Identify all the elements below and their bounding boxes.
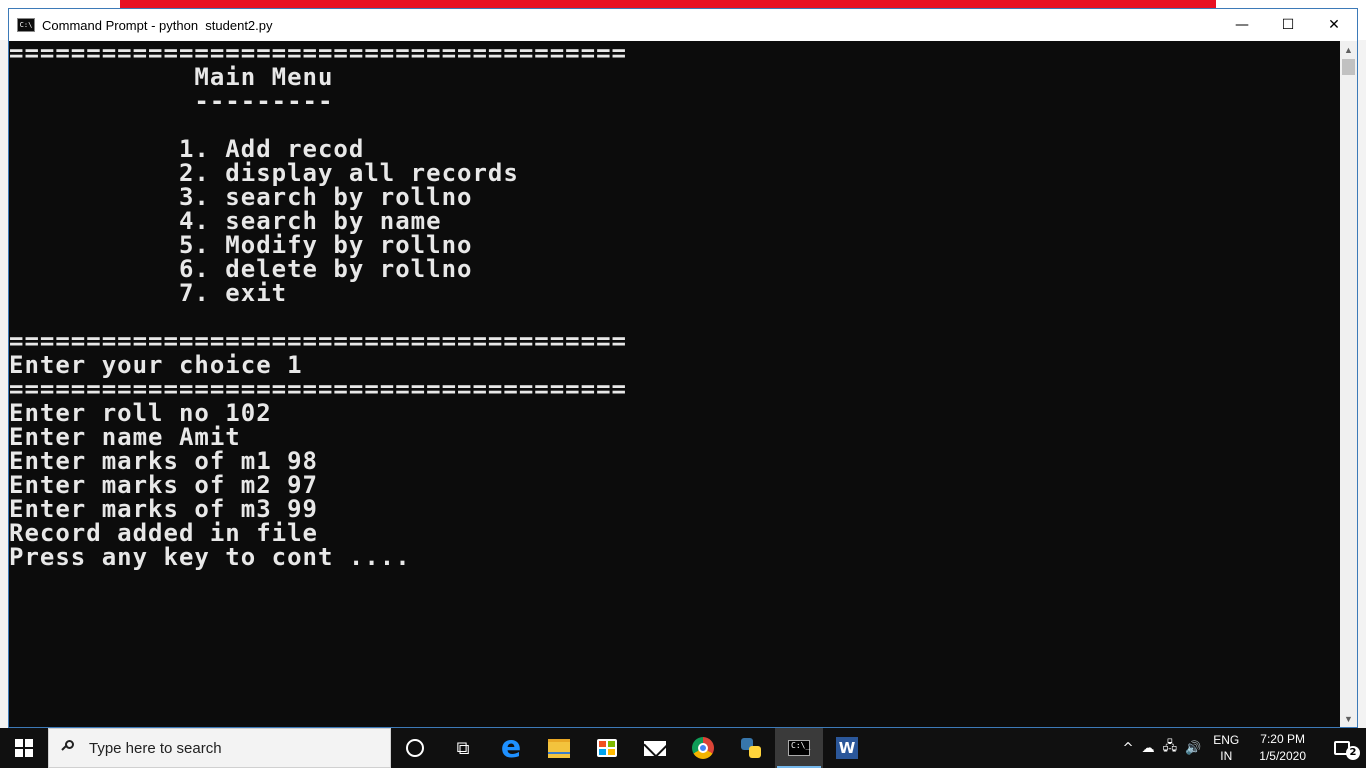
language-region: IN xyxy=(1220,749,1233,763)
console-line: Enter your choice 1 xyxy=(9,351,303,379)
maximize-button[interactable]: ☐ xyxy=(1265,9,1311,41)
console-line: Main Menu xyxy=(9,63,334,91)
store-icon xyxy=(597,739,617,757)
scroll-down-arrow-icon[interactable]: ▼ xyxy=(1340,710,1357,727)
input-language-indicator[interactable]: ENG IN xyxy=(1205,728,1247,768)
console-line: Enter name Amit xyxy=(9,423,241,451)
network-icon[interactable]: 🖧 xyxy=(1159,728,1182,768)
console-line: 6. delete by rollno xyxy=(9,255,473,283)
command-prompt-window: C:\ Command Prompt - python student2.py … xyxy=(8,8,1358,728)
console-line: Enter marks of m3 99 xyxy=(9,495,318,523)
console-line: Press any key to cont .... xyxy=(9,543,411,571)
file-explorer-button[interactable] xyxy=(535,728,583,768)
command-prompt-icon: C:\_ xyxy=(788,740,810,756)
clock-time: 7:20 PM xyxy=(1260,732,1305,746)
mail-icon xyxy=(644,740,666,756)
console-line: Enter roll no 102 xyxy=(9,399,272,427)
file-explorer-icon xyxy=(548,738,570,758)
clock-date: 1/5/2020 xyxy=(1259,749,1306,763)
python-button[interactable] xyxy=(727,728,775,768)
close-button[interactable]: ✕ xyxy=(1311,9,1357,41)
task-view-icon: ⧉ xyxy=(456,737,470,759)
mail-button[interactable] xyxy=(631,728,679,768)
action-center-button[interactable]: 2 xyxy=(1318,728,1366,768)
console-line: Enter marks of m1 98 xyxy=(9,447,318,475)
store-button[interactable] xyxy=(583,728,631,768)
taskbar-search-box[interactable]: Type here to search xyxy=(48,728,391,768)
search-icon xyxy=(61,740,77,756)
word-icon: W xyxy=(836,737,858,759)
background-window-right-strip xyxy=(1358,40,1366,728)
background-window-titlebar xyxy=(120,0,1216,8)
console-line: 3. search by rollno xyxy=(9,183,473,211)
command-prompt-taskbar-button[interactable]: C:\_ xyxy=(775,728,823,768)
console-line: ======================================== xyxy=(9,41,627,67)
system-tray: ^ ☁ 🖧 🔊 ENG IN 7:20 PM 1/5/2020 2 xyxy=(1119,728,1366,768)
clock[interactable]: 7:20 PM 1/5/2020 xyxy=(1247,728,1318,768)
python-icon xyxy=(741,738,761,758)
console-line: Enter marks of m2 97 xyxy=(9,471,318,499)
language-code: ENG xyxy=(1213,733,1240,747)
console-line: ======================================== xyxy=(9,375,627,403)
volume-icon[interactable]: 🔊 xyxy=(1181,728,1205,768)
console-line: 4. search by name xyxy=(9,207,442,235)
minimize-button[interactable]: — xyxy=(1219,9,1265,41)
console-line: 7. exit xyxy=(9,279,288,307)
scroll-up-arrow-icon[interactable]: ▲ xyxy=(1340,41,1357,58)
console-line: Record added in file xyxy=(9,519,318,547)
windows-logo-icon xyxy=(15,739,33,757)
console-line: 2. display all records xyxy=(9,159,519,187)
chrome-icon xyxy=(692,737,714,759)
console-line: 5. Modify by rollno xyxy=(9,231,473,259)
console-line: 1. Add recod xyxy=(9,135,365,163)
task-view-button[interactable]: ⧉ xyxy=(439,728,487,768)
console-line xyxy=(9,113,1341,137)
command-prompt-app-icon[interactable]: C:\ xyxy=(17,18,35,32)
word-button[interactable]: W xyxy=(823,728,871,768)
taskbar: Type here to search ⧉ e C:\_ W ^ ☁ 🖧 🔊 E… xyxy=(0,728,1366,768)
scroll-thumb[interactable] xyxy=(1342,59,1355,75)
window-controls: — ☐ ✕ xyxy=(1219,9,1357,41)
cortana-icon xyxy=(406,739,424,757)
console-output[interactable]: ========================================… xyxy=(9,41,1341,727)
edge-button[interactable]: e xyxy=(487,728,535,768)
notification-count-badge: 2 xyxy=(1346,746,1360,760)
vertical-scrollbar[interactable]: ▲ ▼ xyxy=(1340,41,1357,727)
window-title: Command Prompt - python student2.py xyxy=(42,17,273,33)
onedrive-cloud-icon[interactable]: ☁ xyxy=(1138,728,1159,768)
cortana-button[interactable] xyxy=(391,728,439,768)
show-hidden-icons-chevron-icon[interactable]: ^ xyxy=(1119,728,1138,768)
console-line: ======================================== xyxy=(9,327,627,355)
edge-icon: e xyxy=(500,730,522,765)
title-bar[interactable]: C:\ Command Prompt - python student2.py … xyxy=(9,9,1357,41)
search-placeholder: Type here to search xyxy=(89,739,222,757)
console-line: --------- xyxy=(9,87,334,115)
start-button[interactable] xyxy=(0,728,48,768)
console-line xyxy=(9,305,1341,329)
chrome-button[interactable] xyxy=(679,728,727,768)
